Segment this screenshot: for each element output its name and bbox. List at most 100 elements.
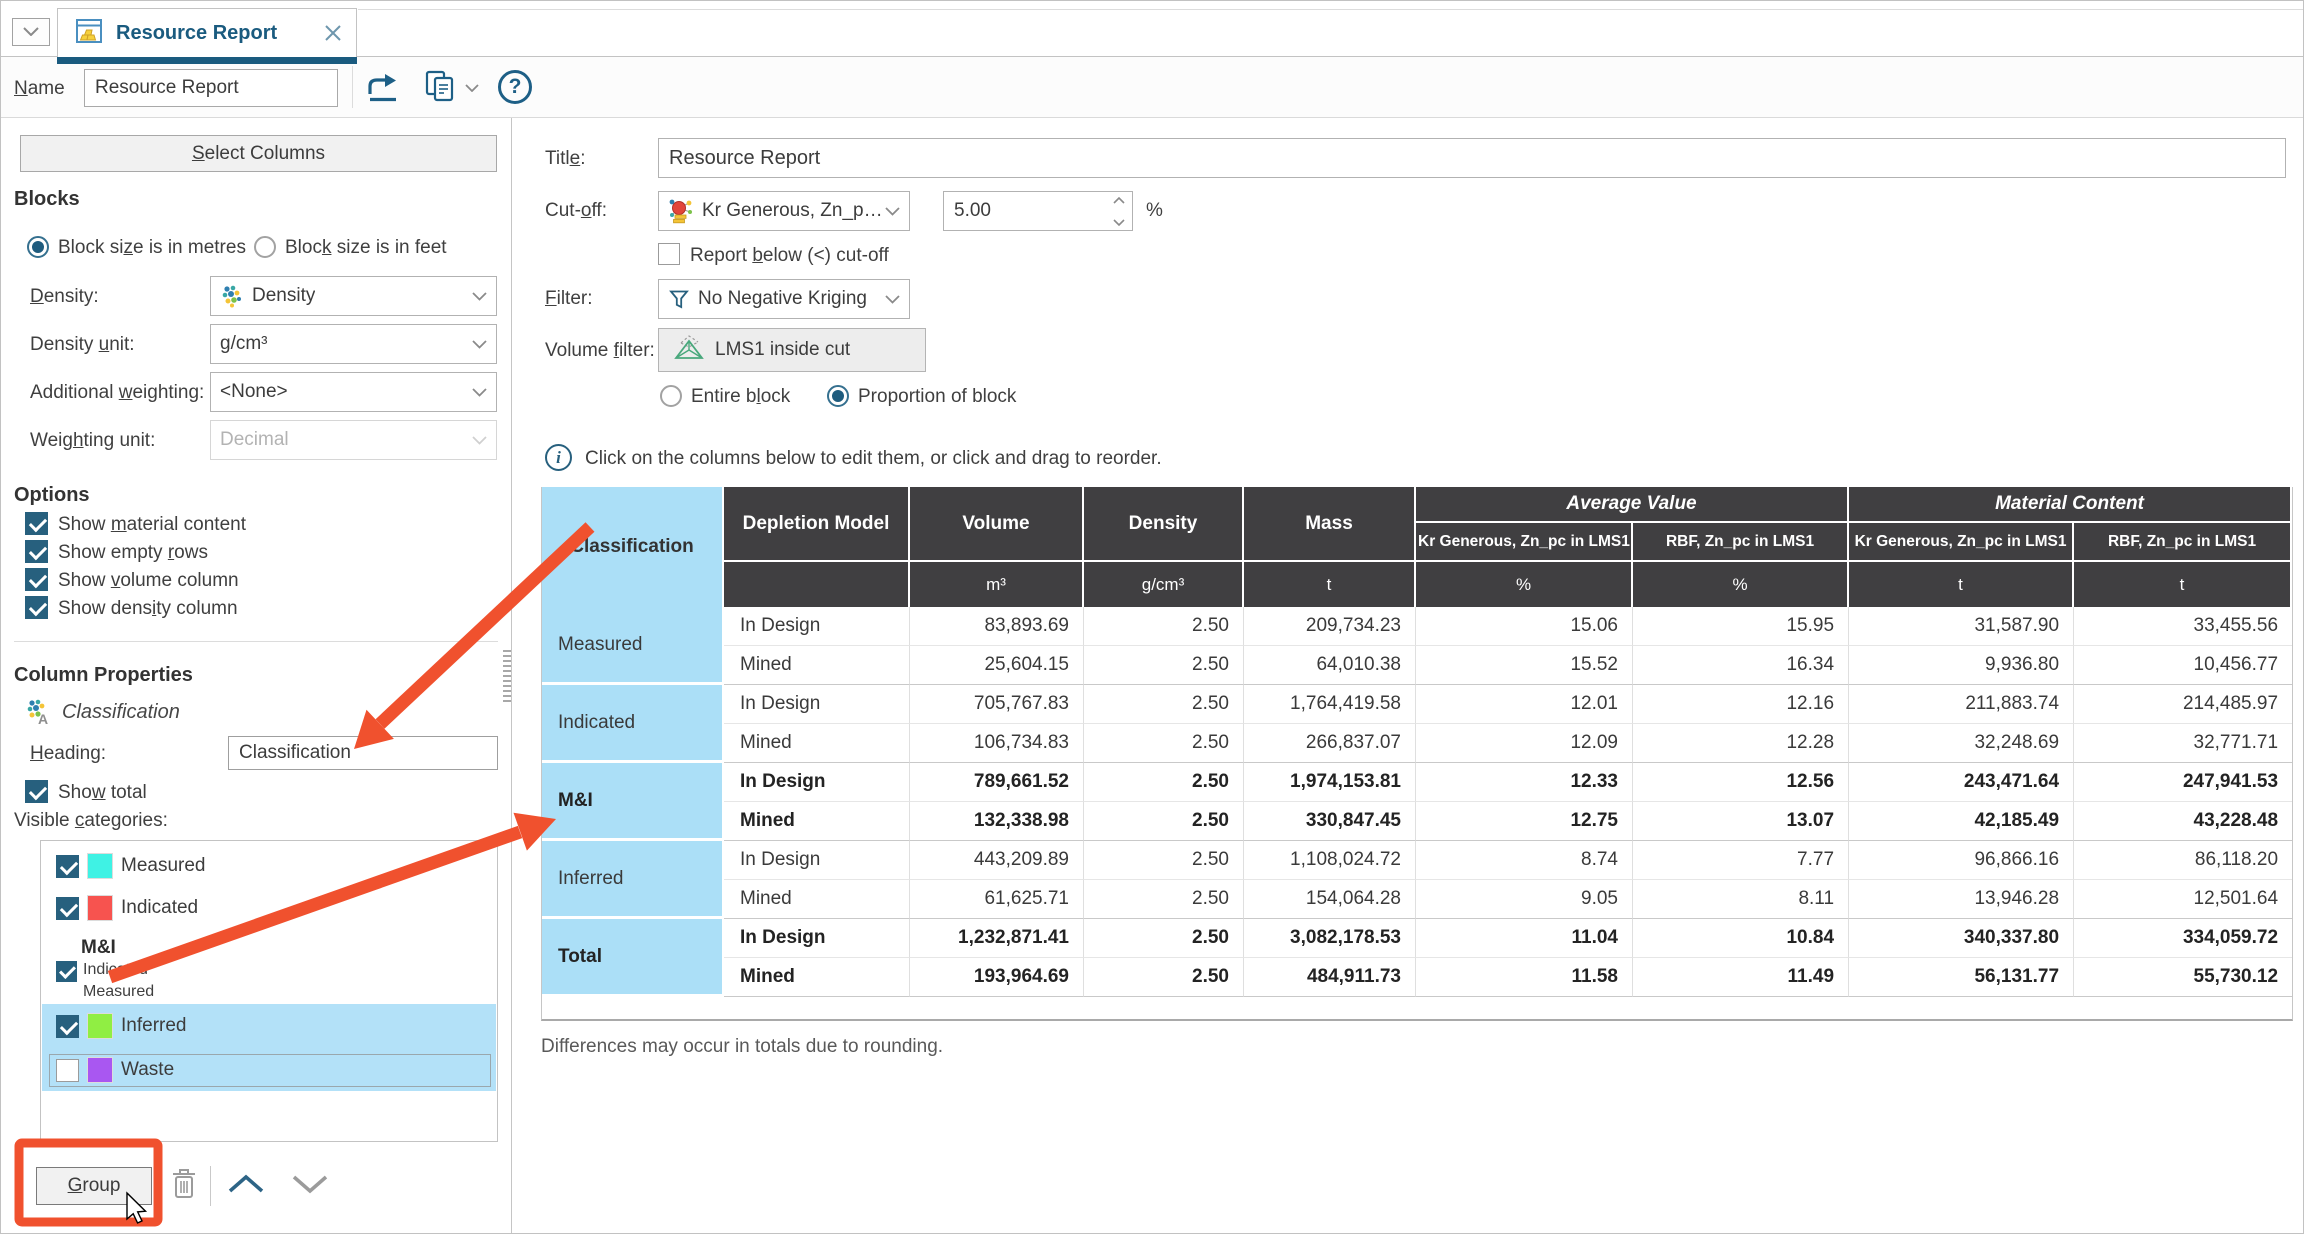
svg-text:A: A	[38, 711, 48, 726]
cutoff-value-spinner[interactable]	[943, 191, 1133, 231]
column-header[interactable]: Depletion Model	[724, 487, 910, 562]
list-item-indicated[interactable]: Indicated	[56, 895, 198, 921]
chevron-down-icon	[472, 429, 487, 451]
table-cell: 2.50	[1084, 724, 1244, 763]
table-cell: In Design	[724, 919, 910, 958]
table-cell: 2.50	[1084, 763, 1244, 802]
radio-entire-block[interactable]	[660, 385, 682, 407]
table-cell: 61,625.71	[910, 880, 1084, 919]
close-icon[interactable]	[324, 24, 342, 42]
move-up-button[interactable]	[224, 1172, 268, 1200]
checkbox-show-empty-rows[interactable]	[25, 540, 48, 563]
interpolant-icon	[668, 198, 694, 224]
table-cell: 2.50	[1084, 607, 1244, 646]
list-item-mi-group[interactable]: M&I Indicated Measured	[81, 937, 154, 1001]
export-button[interactable]	[360, 70, 402, 108]
column-header-classification[interactable]: Classification	[542, 487, 724, 607]
heading-input[interactable]	[228, 736, 498, 770]
panel-splitter-line	[511, 118, 512, 1234]
table-cell: 1,232,871.41	[910, 919, 1084, 958]
spinner-up-icon[interactable]	[1113, 191, 1125, 209]
column-header[interactable]: RBF, Zn_pc in LMS1	[1633, 523, 1849, 562]
show-total-label: Show total	[58, 782, 147, 804]
table-cell: 55,730.12	[2074, 958, 2292, 997]
list-item-measured[interactable]: Measured	[56, 853, 206, 879]
select-columns-button[interactable]: Select Columns	[20, 135, 497, 172]
tab-resource-report[interactable]: Resource Report	[57, 8, 357, 57]
column-header[interactable]: RBF, Zn_pc in LMS1	[2074, 523, 2292, 562]
table-cell: 11.49	[1633, 958, 1849, 997]
density-dropdown[interactable]: Density	[210, 276, 497, 316]
density-unit-dropdown[interactable]: g/cm³	[210, 324, 497, 364]
column-header[interactable]: Kr Generous, Zn_pc in LMS1	[1416, 523, 1633, 562]
radio-block-metres[interactable]	[27, 236, 49, 258]
table-cell: 12.01	[1416, 685, 1633, 724]
cutoff-column-dropdown[interactable]: Kr Generous, Zn_pc in ...	[658, 191, 910, 231]
chevron-up-icon	[227, 1174, 265, 1199]
volume-filter-button[interactable]: LMS1 inside cut	[658, 328, 926, 372]
list-item-waste[interactable]: Waste	[56, 1057, 174, 1083]
additional-weighting-dropdown[interactable]: <None>	[210, 372, 497, 412]
copy-options-chevron[interactable]	[462, 80, 482, 96]
title-input[interactable]	[658, 138, 2286, 178]
cutoff-value-input[interactable]	[944, 192, 1106, 230]
table-cell: 15.52	[1416, 646, 1633, 685]
measured-checkbox[interactable]	[56, 855, 79, 878]
copy-button[interactable]	[420, 68, 460, 108]
delete-button[interactable]	[168, 1166, 200, 1206]
table-cell: 11.58	[1416, 958, 1633, 997]
table-row: Mined61,625.712.50154,064.289.058.1113,9…	[542, 880, 2292, 919]
table-cell: 10,456.77	[2074, 646, 2292, 685]
trash-icon	[170, 1167, 198, 1206]
chevron-down-icon	[472, 333, 487, 355]
waste-checkbox[interactable]	[56, 1059, 79, 1082]
radio-proportion-block[interactable]	[827, 385, 849, 407]
group-button[interactable]: Group	[36, 1167, 152, 1205]
column-unit	[724, 562, 910, 607]
column-header[interactable]: Volume	[910, 487, 1084, 562]
additional-weighting-label: Additional weighting:	[30, 382, 204, 404]
radio-block-feet-label: Block size is in feet	[285, 237, 447, 259]
column-unit: %	[1633, 562, 1849, 607]
chevron-down-icon	[472, 285, 487, 307]
column-header[interactable]: Mass	[1244, 487, 1416, 562]
table-cell: 33,455.56	[2074, 607, 2292, 646]
numeric-column-icon	[220, 284, 244, 308]
mesh-volume-icon	[673, 333, 705, 367]
name-input[interactable]	[84, 69, 338, 107]
help-icon[interactable]: ?	[498, 70, 532, 104]
checkbox-report-below[interactable]	[658, 243, 680, 265]
tab-title: Resource Report	[116, 22, 277, 45]
show-material-content-label: Show material content	[58, 514, 246, 536]
visible-categories-label: Visible categories:	[14, 810, 168, 832]
table-cell: Mined	[724, 646, 910, 685]
panel-splitter-grip[interactable]	[503, 650, 511, 704]
cutoff-label: Cut-off:	[545, 200, 607, 222]
column-header[interactable]: Kr Generous, Zn_pc in LMS1	[1849, 523, 2074, 562]
table-cell: 2.50	[1084, 919, 1244, 958]
checkbox-show-volume-column[interactable]	[25, 568, 48, 591]
list-item-inferred[interactable]: Inferred	[56, 1013, 186, 1039]
window-list-button[interactable]	[12, 18, 50, 46]
table-cell: 86,118.20	[2074, 841, 2292, 880]
inferred-checkbox[interactable]	[56, 1015, 79, 1038]
checkbox-show-total[interactable]	[25, 780, 48, 803]
column-header[interactable]: Density	[1084, 487, 1244, 562]
category-column-icon: A	[25, 698, 53, 731]
heading-label: Heading:	[30, 743, 106, 765]
checkbox-show-material-content[interactable]	[25, 512, 48, 535]
mi-group-checkbox[interactable]	[56, 961, 77, 982]
table-cell: 43,228.48	[2074, 802, 2292, 841]
tabbar-top-edge	[358, 9, 2304, 10]
table-cell: 12.56	[1633, 763, 1849, 802]
table-cell: 211,883.74	[1849, 685, 2074, 724]
copy-icon	[423, 69, 457, 108]
checkbox-show-density-column[interactable]	[25, 596, 48, 619]
move-down-button[interactable]	[288, 1172, 332, 1200]
radio-block-feet[interactable]	[254, 236, 276, 258]
filter-dropdown[interactable]: No Negative Kriging	[658, 279, 910, 319]
indicated-checkbox[interactable]	[56, 897, 79, 920]
table-cell: 13.07	[1633, 802, 1849, 841]
spinner-down-icon[interactable]	[1113, 213, 1125, 231]
table-cell: 193,964.69	[910, 958, 1084, 997]
